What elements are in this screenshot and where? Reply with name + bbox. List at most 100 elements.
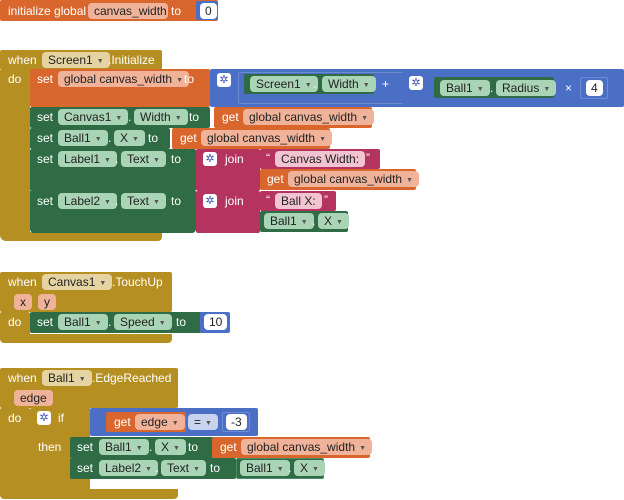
factor-number-value[interactable]: 4 [586,80,603,96]
then1-get-label: get [220,440,237,454]
row4-to-label: to [171,152,182,166]
row1-prop1-dropdown[interactable]: Width ▼ [322,76,376,92]
speed-number-value[interactable]: 10 [204,314,228,330]
chevron-down-icon: ▼ [78,376,86,383]
init-number-value[interactable]: 0 [200,3,217,19]
row3-prop-dropdown[interactable]: X ▼ [114,130,145,146]
row4-string-field[interactable]: Canvas Width: [275,151,366,167]
row2-dot: . [128,110,132,124]
row2-getvar-dropdown[interactable]: global canvas_width ▼ [243,109,375,125]
row3-comp-dropdown[interactable]: Ball1 ▼ [58,130,108,146]
row5-string-field[interactable]: Ball X: [275,193,322,209]
chevron-down-icon: ▼ [174,115,182,122]
then2-prop2-dropdown[interactable]: X ▼ [294,460,325,476]
param-x[interactable]: x [14,294,32,310]
canvas1-component-dropdown[interactable]: Canvas1 ▼ [42,274,113,290]
chevron-down-icon: ▼ [145,466,152,473]
row1-target-var-dropdown[interactable]: global canvas_width ▼ [58,71,190,87]
row5-to-label: to [171,194,182,208]
row5-prop-dropdown[interactable]: Text ▼ [121,193,166,209]
row2-prop-dropdown[interactable]: Width ▼ [134,109,188,125]
touchup-when: when [8,275,37,289]
then2-comp2-text: Ball1 [246,461,273,475]
then1-comp-dropdown[interactable]: Ball1 ▼ [99,439,149,455]
row4-prop-dropdown[interactable]: Text ▼ [121,151,166,167]
row2-to-label: to [189,110,200,124]
row1-comp2-dropdown[interactable]: Ball1 ▼ [440,80,490,96]
row5-open-quote: “ [266,193,270,207]
edge-when: when [8,371,37,385]
row1-prop2-dropdown[interactable]: Radius ▼ [496,80,557,96]
chevron-down-icon: ▼ [300,219,308,226]
then2-comp-dropdown[interactable]: Label2 ▼ [99,460,158,476]
row1-comp1-dropdown[interactable]: Screen1 ▼ [250,76,318,92]
inner-mutator-gear-icon[interactable]: ✲ [409,76,423,90]
compare-number-value[interactable]: -3 [226,414,247,430]
ball1-component-dropdown[interactable]: Ball1 ▼ [42,370,92,386]
row1-dot2: . [490,81,494,95]
touchup-do: do [8,315,22,329]
row4-string-text: Canvas Width: [281,152,360,166]
chevron-down-icon: ▼ [336,219,343,226]
screen-initialize-do-column [0,70,30,238]
row4-get-label: get [267,172,284,186]
get-edge-label: get [114,415,131,429]
join2-mutator-gear-icon[interactable]: ✲ [203,194,217,208]
multiply-mutator-gear-icon[interactable]: ✲ [217,73,231,87]
row5-prop2-text: X [324,214,333,228]
chevron-down-icon: ▼ [153,199,160,206]
then-label: then [38,440,62,454]
row2-getvar-text: global canvas_width [249,110,358,124]
row5-comp2-dropdown[interactable]: Ball1 ▼ [264,213,314,229]
param-y[interactable]: y [38,294,56,310]
screen1-component-dropdown[interactable]: Screen1 ▼ [42,52,110,68]
row5-prop2-dropdown[interactable]: X ▼ [318,213,349,229]
then2-prop-text: Text [167,461,190,475]
row1-dot1: . [313,77,317,91]
chevron-down-icon: ▼ [304,82,312,89]
chevron-down-icon: ▼ [153,157,160,164]
then2-prop-dropdown[interactable]: Text ▼ [161,460,206,476]
compare-operator-dropdown[interactable]: = ▼ [188,414,218,430]
chevron-down-icon: ▼ [132,136,139,143]
chevron-down-icon: ▼ [319,136,327,143]
initialize-to-label: to [171,4,182,18]
ball1-component-text: Ball1 [48,371,75,385]
speed-set-label: set [37,315,54,329]
row1-target-var-text: global canvas_width [64,72,173,86]
row3-prop-text: X [120,131,129,145]
row5-comp-text: Label2 [64,194,101,208]
then2-dot: . [155,461,159,475]
get-edge-var-dropdown[interactable]: edge ▼ [135,414,185,430]
row5-dot2: . [312,214,316,228]
chevron-down-icon: ▼ [171,420,179,427]
row4-getvar-dropdown[interactable]: global canvas_width ▼ [288,171,420,187]
get-edge-var-text: edge [141,415,168,429]
row1-set-label: set [37,72,54,86]
row1-prop1-text: Width [328,77,359,91]
if-mutator-gear-icon[interactable]: ✲ [37,411,51,425]
chevron-down-icon: ▼ [94,136,102,143]
row4-comp-dropdown[interactable]: Label1 ▼ [58,151,117,167]
row3-dot: . [108,131,112,145]
speed-prop-dropdown[interactable]: Speed ▼ [114,314,172,330]
row5-comp-dropdown[interactable]: Label2 ▼ [58,193,117,209]
screen-initialize-when: when [8,53,37,67]
row3-getvar-dropdown[interactable]: global canvas_width ▼ [201,130,333,146]
then1-prop-dropdown[interactable]: X ▼ [155,439,186,455]
if-label: if [58,411,64,425]
row2-comp-dropdown[interactable]: Canvas1 ▼ [58,109,129,125]
param-edge-text: edge [20,391,47,405]
param-edge[interactable]: edge [14,390,53,406]
speed-comp-dropdown[interactable]: Ball1 ▼ [58,314,108,330]
then2-comp2-dropdown[interactable]: Ball1 ▼ [240,460,290,476]
speed-comp-text: Ball1 [64,315,91,329]
compare-operator-text: = [194,415,202,429]
then1-getvar-dropdown[interactable]: global canvas_width ▼ [241,439,373,455]
join-mutator-gear-icon[interactable]: ✲ [203,152,217,166]
row4-getvar-text: global canvas_width [294,172,403,186]
then1-dot: . [149,440,153,454]
chevron-down-icon: ▼ [135,445,143,452]
global-var-name-field[interactable]: canvas_width [88,3,168,19]
row1-to-label: to [184,72,195,86]
